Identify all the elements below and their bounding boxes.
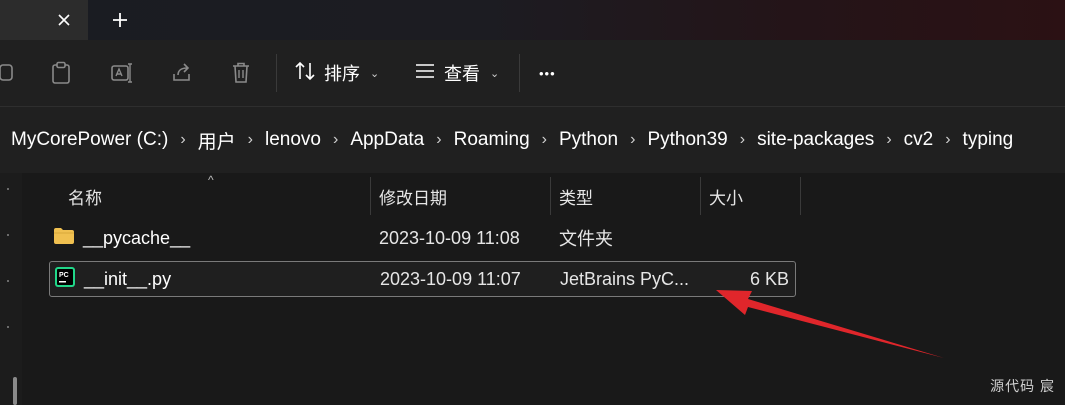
annotation-arrow (716, 290, 944, 358)
watermark-text: 源代码 宸 (990, 378, 1055, 394)
